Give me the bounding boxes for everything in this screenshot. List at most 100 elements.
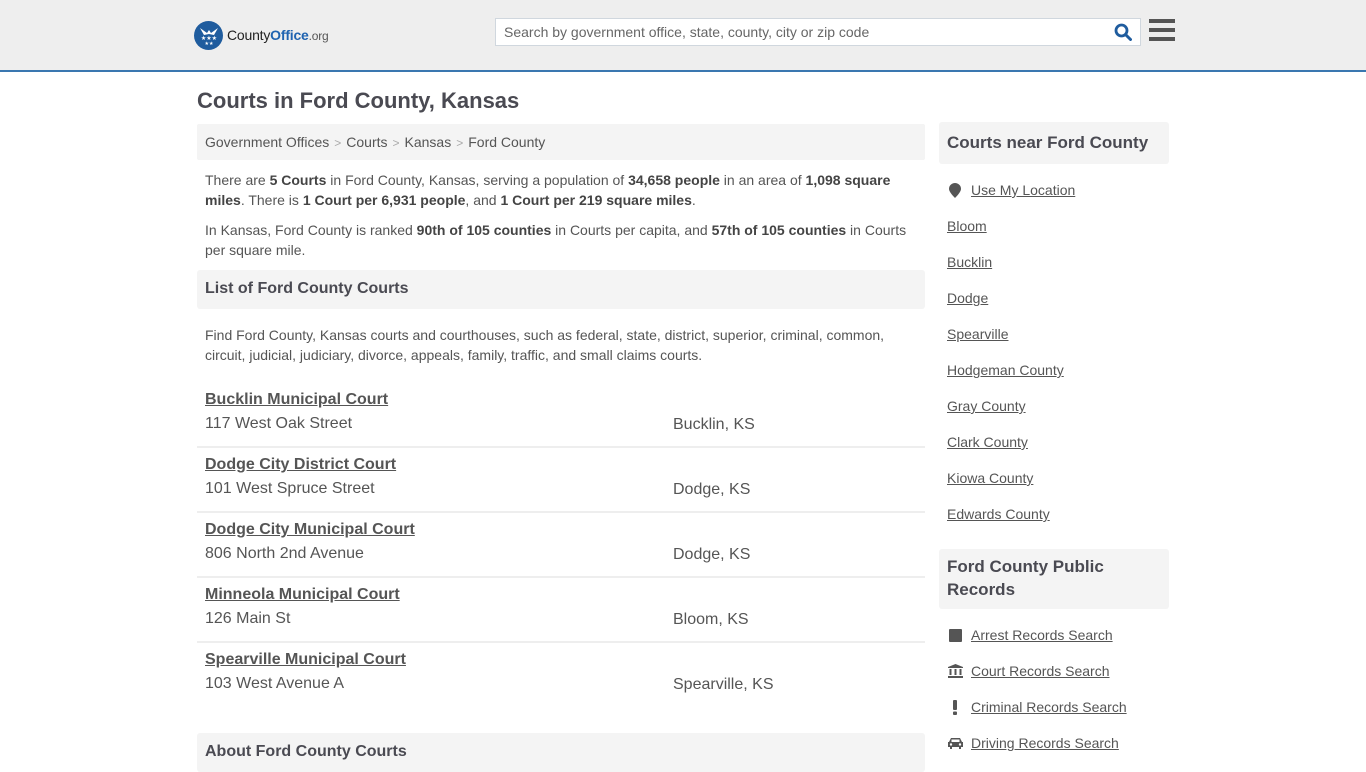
records-item: Criminal Records Search xyxy=(947,689,1161,725)
court-list-heading: List of Ford County Courts xyxy=(197,270,925,309)
courts-per-area: 1 Court per 219 square miles xyxy=(500,192,692,208)
search-bar xyxy=(495,18,1141,46)
driving-records-link[interactable]: Driving Records Search xyxy=(971,735,1119,751)
breadcrumb-separator: > xyxy=(334,136,342,150)
court-count: 5 Courts xyxy=(269,172,327,188)
court-list: Bucklin Municipal Court 117 West Oak Str… xyxy=(197,383,925,708)
court-list-item: Dodge City District Court 101 West Spruc… xyxy=(197,448,925,513)
nearby-link-bucklin[interactable]: Bucklin xyxy=(947,254,992,270)
logo-text: CountyOffice.org xyxy=(227,27,329,43)
text: in Courts per capita, and xyxy=(551,222,712,238)
nearby-link-spearville[interactable]: Spearville xyxy=(947,326,1008,342)
breadcrumb-separator: > xyxy=(392,136,400,150)
text: There are xyxy=(205,172,270,188)
nearby-link-hodgeman-county[interactable]: Hodgeman County xyxy=(947,362,1064,378)
nearby-item: Clark County xyxy=(947,424,1161,460)
breadcrumb: Government Offices > Courts > Kansas > Ford Co… xyxy=(197,124,925,160)
breadcrumb-courts[interactable]: Courts xyxy=(346,134,387,150)
court-list-description: Find Ford County, Kansas courts and cour… xyxy=(205,327,885,363)
text: . xyxy=(691,192,696,208)
eagle-stars-logo-icon: ★★★ ★★ xyxy=(194,20,223,50)
exclamation-icon xyxy=(947,699,963,715)
court-address: 806 North 2nd Avenue xyxy=(205,545,364,562)
courts-per-people: 1 Court per 6,931 people xyxy=(302,192,466,208)
breadcrumb-government-offices[interactable]: Government Offices xyxy=(205,134,329,150)
logo-prefix: County xyxy=(227,27,271,43)
intro-text: There are 5 Courts in Ford County, Kansa… xyxy=(197,160,925,260)
breadcrumb-kansas[interactable]: Kansas xyxy=(405,134,452,150)
svg-text:★★: ★★ xyxy=(204,41,213,45)
court-name-link[interactable]: Dodge City District Court xyxy=(205,456,396,474)
public-records-panel: Ford County Public Records Arrest Record… xyxy=(939,549,1169,761)
nearby-item: Edwards County xyxy=(947,496,1161,532)
menu-bar-icon xyxy=(1149,19,1175,23)
court-city: Dodge, KS xyxy=(673,546,751,563)
nearby-item: Bloom xyxy=(947,208,1161,244)
search-icon xyxy=(1114,23,1132,41)
nearby-courts-list: Use My Location Bloom Bucklin Dodge Spea… xyxy=(939,164,1169,532)
intro-paragraph-stats: There are 5 Courts in Ford County, Kansa… xyxy=(205,170,917,210)
population: 34,658 people xyxy=(628,172,720,188)
breadcrumb-ford-county[interactable]: Ford County xyxy=(468,134,545,150)
logo-suffix: .org xyxy=(308,29,329,43)
logo-brand: Office xyxy=(270,27,309,43)
car-icon xyxy=(947,735,963,751)
court-city: Dodge, KS xyxy=(673,481,751,498)
nearby-item: Gray County xyxy=(947,388,1161,424)
courthouse-icon xyxy=(947,663,963,679)
records-item: Court Records Search xyxy=(947,653,1161,689)
court-city: Bucklin, KS xyxy=(673,416,755,433)
per-area-rank: 57th of 105 counties xyxy=(711,222,847,238)
court-list-item: Minneola Municipal Court 126 Main St Blo… xyxy=(197,578,925,643)
site-header: ★★★ ★★ CountyOffice.org xyxy=(0,0,1366,72)
court-name-link[interactable]: Minneola Municipal Court xyxy=(205,586,400,604)
court-records-link[interactable]: Court Records Search xyxy=(971,663,1110,679)
site-logo[interactable]: ★★★ ★★ CountyOffice.org xyxy=(194,20,329,50)
hamburger-menu-button[interactable] xyxy=(1149,19,1175,43)
nearby-link-dodge[interactable]: Dodge xyxy=(947,290,988,306)
nearby-item: Bucklin xyxy=(947,244,1161,280)
nearby-item: Dodge xyxy=(947,280,1161,316)
nearby-link-bloom[interactable]: Bloom xyxy=(947,218,987,234)
court-name-link[interactable]: Dodge City Municipal Court xyxy=(205,521,415,539)
court-address: 117 West Oak Street xyxy=(205,415,353,432)
map-marker-icon xyxy=(947,182,963,198)
page-title: Courts in Ford County, Kansas xyxy=(197,88,520,113)
court-city: Bloom, KS xyxy=(673,611,749,628)
nearby-link-kiowa-county[interactable]: Kiowa County xyxy=(947,470,1033,486)
public-records-heading: Ford County Public Records xyxy=(939,549,1169,609)
court-name-link[interactable]: Spearville Municipal Court xyxy=(205,651,406,669)
text: in an area of xyxy=(719,172,806,188)
court-list-item: Bucklin Municipal Court 117 West Oak Str… xyxy=(197,383,925,448)
nearby-courts-panel: Courts near Ford County Use My Location … xyxy=(939,122,1169,532)
public-records-list: Arrest Records Search Court Records Sear… xyxy=(939,609,1169,761)
use-my-location-link[interactable]: Use My Location xyxy=(971,182,1075,198)
criminal-records-link[interactable]: Criminal Records Search xyxy=(971,699,1127,715)
about-heading: About Ford County Courts xyxy=(197,733,925,772)
text: . There is xyxy=(240,192,303,208)
search-button[interactable] xyxy=(1112,22,1134,42)
per-capita-rank: 90th of 105 counties xyxy=(416,222,552,238)
text: In Kansas, Ford County is ranked xyxy=(205,222,417,238)
nearby-item: Hodgeman County xyxy=(947,352,1161,388)
arrest-records-link[interactable]: Arrest Records Search xyxy=(971,627,1113,643)
records-item: Driving Records Search xyxy=(947,725,1161,761)
records-item: Arrest Records Search xyxy=(947,617,1161,653)
nearby-link-edwards-county[interactable]: Edwards County xyxy=(947,506,1050,522)
nearby-link-clark-county[interactable]: Clark County xyxy=(947,434,1028,450)
nearby-item: Kiowa County xyxy=(947,460,1161,496)
nearby-courts-heading: Courts near Ford County xyxy=(939,122,1169,164)
court-address: 103 West Avenue A xyxy=(205,675,345,692)
main-content: Government Offices > Courts > Kansas > Ford Co… xyxy=(197,124,925,708)
search-input[interactable] xyxy=(496,19,1106,45)
intro-paragraph-ranking: In Kansas, Ford County is ranked 90th of… xyxy=(205,220,917,260)
text: in Ford County, Kansas, serving a popula… xyxy=(326,172,629,188)
breadcrumb-separator: > xyxy=(456,136,464,150)
court-list-item: Spearville Municipal Court 103 West Aven… xyxy=(197,643,925,708)
court-city: Spearville, KS xyxy=(673,676,774,693)
court-list-item: Dodge City Municipal Court 806 North 2nd… xyxy=(197,513,925,578)
court-name-link[interactable]: Bucklin Municipal Court xyxy=(205,391,388,409)
square-icon xyxy=(947,627,963,643)
nearby-link-gray-county[interactable]: Gray County xyxy=(947,398,1026,414)
court-address: 101 West Spruce Street xyxy=(205,480,375,497)
